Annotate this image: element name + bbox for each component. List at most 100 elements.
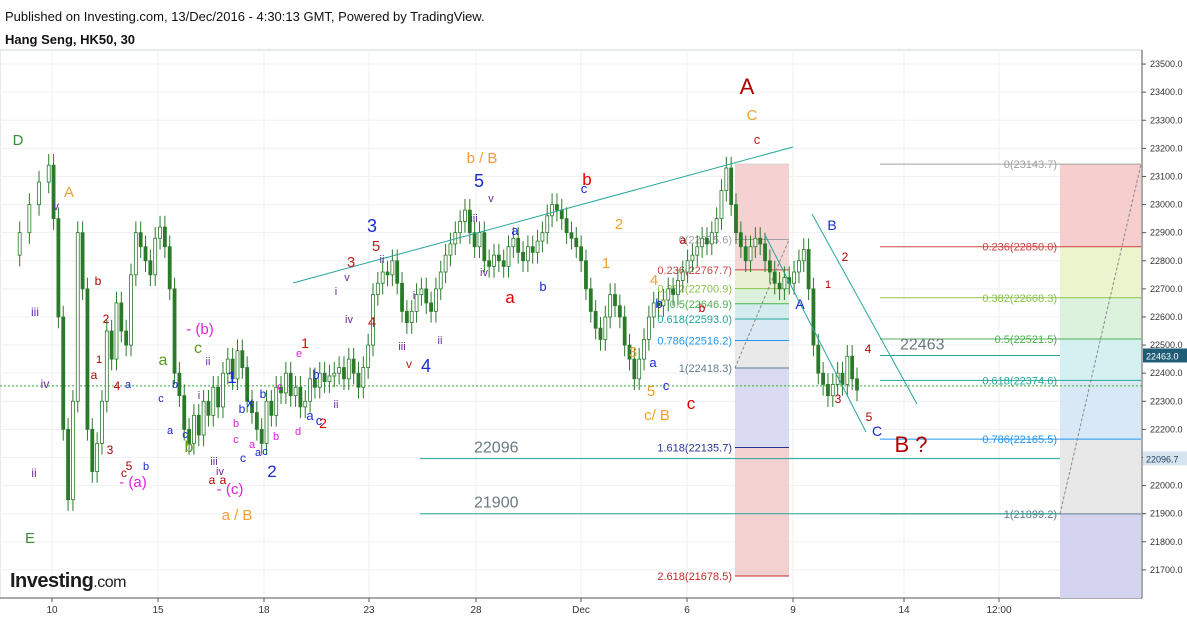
wave-label: 4 <box>865 342 872 356</box>
wave-label: b <box>95 274 102 288</box>
candle-body <box>617 305 622 318</box>
candle-body <box>109 330 114 360</box>
wave-label: A <box>64 184 74 201</box>
candle-body <box>695 246 700 256</box>
candle-body <box>143 246 148 262</box>
y-tick-label: 23300.0 <box>1150 115 1183 125</box>
candle-body <box>404 310 409 323</box>
candle-body <box>177 372 182 397</box>
fib-level-label: 0.5(22521.5) <box>995 334 1057 346</box>
wave-label: iii <box>31 305 39 319</box>
wave-label: - (c) <box>217 481 244 498</box>
wave-label: b / B <box>467 150 498 167</box>
candle-body <box>385 271 390 276</box>
y-tick-label: 21700.0 <box>1150 565 1183 575</box>
candle-body <box>206 400 211 416</box>
candle-body <box>322 372 327 383</box>
horizontal-level-label: 22096 <box>474 440 519 457</box>
y-tick-label: 23200.0 <box>1150 143 1183 153</box>
candle-body <box>293 386 298 397</box>
candle-body <box>603 316 608 340</box>
wave-label: c <box>277 381 283 393</box>
wave-label: i <box>198 390 200 402</box>
wave-label: c <box>194 340 202 357</box>
wave-label: b <box>185 439 194 456</box>
candle-body <box>574 237 579 248</box>
candle-body <box>288 372 293 397</box>
wave-label: i <box>335 286 337 298</box>
y-tick-label: 21900.0 <box>1150 509 1183 519</box>
wave-label: C <box>872 423 882 439</box>
candle-body <box>327 375 332 383</box>
candle-body <box>114 302 119 360</box>
fib-zone <box>1060 513 1141 598</box>
wave-label: a <box>255 447 262 459</box>
candle-body <box>826 384 830 397</box>
candle-body <box>777 282 782 290</box>
wave-label: 3 <box>367 216 377 236</box>
candle-body <box>172 288 177 374</box>
candle-body <box>366 344 371 368</box>
wave-label: 2 <box>319 415 327 431</box>
wave-label: x <box>247 394 254 410</box>
candle-body <box>46 164 51 183</box>
candle-body <box>438 271 443 290</box>
wave-label: 1 <box>301 335 309 351</box>
wave-label: 1 <box>825 279 831 291</box>
wave-label: A <box>795 296 805 312</box>
wave-label: - (a) <box>119 474 147 491</box>
price-chart: 21700.021800.021900.022000.022100.022200… <box>0 49 1187 616</box>
wave-label: 4 <box>114 379 121 393</box>
candle-body <box>409 310 414 323</box>
candle-body <box>332 372 337 377</box>
wave-label: 3 <box>107 443 114 457</box>
candle-body <box>714 218 719 234</box>
wave-label: B ? <box>894 432 927 457</box>
candle-body <box>729 167 734 205</box>
candle-body <box>463 209 467 222</box>
wave-label: iv <box>41 377 50 391</box>
y-tick-label: 23400.0 <box>1150 87 1183 97</box>
candle-body <box>763 243 767 262</box>
fib-level-label: 0.786(22516.2) <box>657 336 732 348</box>
fib-zone <box>1060 339 1141 381</box>
wave-label: iv <box>480 267 488 279</box>
candle-body <box>298 386 303 408</box>
candle-body <box>162 226 167 248</box>
wave-label: a <box>209 473 216 487</box>
x-tick-label: 14 <box>898 605 910 616</box>
wave-label: D <box>13 132 24 149</box>
candle-body <box>346 358 351 380</box>
candle-body <box>801 249 806 262</box>
candle-body <box>564 218 569 234</box>
wave-label: a <box>125 379 132 391</box>
candle-body <box>269 400 274 416</box>
candle-body <box>375 282 380 295</box>
wave-label: c <box>687 394 696 413</box>
candle-body <box>588 288 593 312</box>
y-tick-label: 22200.0 <box>1150 424 1183 434</box>
candle-body <box>414 294 419 312</box>
wave-label: i <box>413 290 415 302</box>
fib-level-label: 0.618(22593.0) <box>657 314 732 326</box>
candle-body <box>782 277 787 290</box>
candle-body <box>133 232 138 276</box>
wave-label: iii <box>470 213 477 225</box>
candle-body <box>395 260 400 284</box>
wave-label: iv <box>345 314 353 326</box>
wave-label: c <box>663 378 670 393</box>
wave-label: ii <box>438 335 443 347</box>
horizontal-level-label: 21900 <box>474 495 519 512</box>
candle-body <box>75 232 80 402</box>
candle-body <box>71 400 75 501</box>
fib-zone <box>735 164 789 240</box>
fib-zone <box>1060 246 1141 298</box>
candle-body <box>690 254 695 262</box>
fib-level-label: 1(22418.3) <box>679 363 732 375</box>
candle-body <box>361 367 366 388</box>
candle-body <box>792 271 796 284</box>
x-tick-label: 9 <box>790 605 796 616</box>
candle-body <box>153 237 158 276</box>
candle-body <box>850 355 855 380</box>
wave-label: 1 <box>96 354 102 366</box>
